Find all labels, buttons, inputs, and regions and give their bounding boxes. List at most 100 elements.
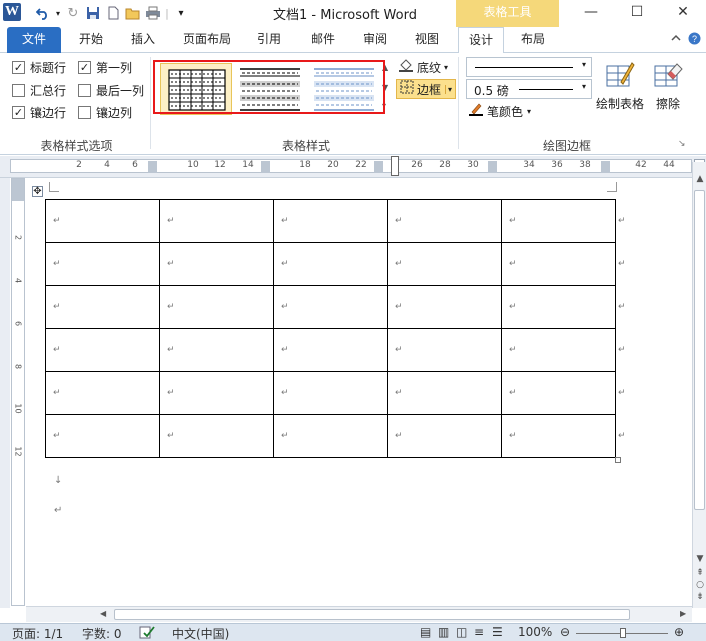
table-cell[interactable]: ↵ bbox=[45, 371, 160, 415]
table-cell[interactable]: ↵ bbox=[387, 285, 502, 329]
table-cell[interactable]: ↵ bbox=[45, 414, 160, 458]
table-cell[interactable]: ↵ bbox=[501, 414, 616, 458]
zoom-slider-thumb[interactable] bbox=[620, 628, 626, 638]
maximize-button[interactable]: ☐ bbox=[614, 0, 660, 26]
tab-view[interactable]: 视图 bbox=[408, 27, 446, 53]
ruler-column-marker[interactable] bbox=[488, 161, 497, 173]
table-cell[interactable]: ↵ bbox=[387, 328, 502, 372]
new-icon[interactable] bbox=[104, 4, 122, 22]
tab-references[interactable]: 引用 bbox=[250, 27, 288, 53]
table-cell[interactable]: ↵ bbox=[387, 371, 502, 415]
table-move-handle-icon[interactable]: ✥ bbox=[32, 186, 43, 197]
indent-marker[interactable] bbox=[391, 156, 399, 176]
language-indicator[interactable]: 中文(中国) bbox=[172, 625, 229, 641]
tab-design[interactable]: 设计 bbox=[458, 27, 504, 54]
tab-file[interactable]: 文件 bbox=[7, 27, 61, 53]
style-thumb-grid[interactable] bbox=[160, 63, 232, 115]
table-cell[interactable]: ↵ bbox=[387, 242, 502, 286]
tab-review[interactable]: 审阅 bbox=[356, 27, 394, 53]
draft-icon[interactable]: ☰ bbox=[492, 625, 503, 639]
table-cell[interactable]: ↵ bbox=[45, 285, 160, 329]
zoom-level[interactable]: 100% bbox=[518, 625, 552, 639]
table-cell[interactable]: ↵ bbox=[273, 242, 388, 286]
ruler-column-marker[interactable] bbox=[374, 161, 383, 173]
banded-rows-checkbox[interactable]: ✓ bbox=[12, 106, 25, 119]
tab-page-layout[interactable]: 页面布局 bbox=[178, 27, 236, 53]
gallery-more-icon[interactable]: ▾ bbox=[382, 101, 386, 110]
table-cell[interactable]: ↵ bbox=[273, 414, 388, 458]
document-table[interactable]: ↵ ↵ ↵ ↵ ↵ ↵ ↵ ↵ ↵ ↵ ↵ ↵ ↵ ↵ ↵ ↵ ↵ ↵ ↵ ↵ ↵ ↵ ↵ ↵ ↵ ↵ ↵ ↵ ↵ ↵ bbox=[45, 199, 616, 458]
shading-dropdown-icon[interactable]: ▾ bbox=[444, 63, 448, 72]
table-cell[interactable]: ↵ bbox=[273, 285, 388, 329]
scroll-up-icon[interactable]: ▲ bbox=[694, 174, 706, 184]
tab-layout[interactable]: 布局 bbox=[512, 27, 554, 53]
table-cell[interactable]: ↵ bbox=[273, 371, 388, 415]
last-column-option[interactable]: 最后一列 bbox=[78, 82, 144, 99]
pen-color-button[interactable]: 笔颜色 ▾ bbox=[468, 101, 531, 121]
scroll-left-icon[interactable]: ◀ bbox=[100, 609, 106, 618]
draw-table-button[interactable]: 绘制表格 bbox=[594, 59, 646, 112]
first-column-checkbox[interactable]: ✓ bbox=[78, 61, 91, 74]
undo-icon[interactable] bbox=[34, 4, 52, 22]
table-cell[interactable]: ↵ bbox=[501, 371, 616, 415]
banded-rows-option[interactable]: ✓ 镶边行 bbox=[12, 104, 66, 121]
next-page-icon[interactable]: ⇟ bbox=[694, 592, 706, 602]
total-row-option[interactable]: 汇总行 bbox=[12, 82, 66, 99]
zoom-out-icon[interactable]: ⊖ bbox=[560, 625, 570, 639]
page-count[interactable]: 页面: 1/1 bbox=[12, 625, 63, 641]
table-cell[interactable]: ↵ bbox=[159, 242, 274, 286]
tab-insert[interactable]: 插入 bbox=[124, 27, 162, 53]
borders-dropdown-icon[interactable]: ▾ bbox=[445, 84, 452, 94]
header-row-option[interactable]: ✓ 标题行 bbox=[12, 59, 66, 76]
web-layout-icon[interactable]: ◫ bbox=[456, 625, 467, 639]
scroll-right-icon[interactable]: ▶ bbox=[680, 609, 686, 618]
browse-object-icon[interactable]: ○ bbox=[694, 580, 706, 590]
table-cell[interactable]: ↵ bbox=[159, 199, 274, 243]
customize-qat-icon[interactable]: ▾ bbox=[172, 4, 190, 22]
table-cell[interactable]: ↵ bbox=[45, 242, 160, 286]
scroll-down-icon[interactable]: ▼ bbox=[694, 554, 706, 564]
horizontal-scroll-thumb[interactable] bbox=[114, 609, 630, 620]
table-cell[interactable]: ↵ bbox=[501, 199, 616, 243]
table-cell[interactable]: ↵ bbox=[45, 328, 160, 372]
ruler-column-marker[interactable] bbox=[148, 161, 157, 173]
table-cell[interactable]: ↵ bbox=[45, 199, 160, 243]
first-column-option[interactable]: ✓ 第一列 bbox=[78, 59, 132, 76]
word-logo-icon[interactable]: W bbox=[3, 3, 21, 21]
tab-mailings[interactable]: 邮件 bbox=[304, 27, 342, 53]
line-style-select[interactable]: ▾ bbox=[466, 57, 592, 77]
horizontal-ruler[interactable]: 2 4 6 10 12 14 18 20 22 26 28 30 34 36 3… bbox=[0, 156, 706, 178]
full-screen-reading-icon[interactable]: ▥ bbox=[438, 625, 449, 639]
eraser-button[interactable]: 擦除 bbox=[648, 59, 688, 112]
pen-color-dropdown-icon[interactable]: ▾ bbox=[527, 107, 531, 116]
gallery-scroll-down-icon[interactable]: ▼ bbox=[382, 83, 388, 92]
line-weight-select[interactable]: 0.5 磅 ▾ bbox=[466, 79, 592, 99]
vertical-ruler[interactable]: 2 4 6 8 10 12 bbox=[11, 178, 25, 606]
print-layout-icon[interactable]: ▤ bbox=[420, 625, 431, 639]
style-thumb-blue-shading[interactable] bbox=[308, 63, 380, 115]
line-style-dropdown-icon[interactable]: ▾ bbox=[582, 60, 586, 69]
table-cell[interactable]: ↵ bbox=[159, 285, 274, 329]
ruler-column-marker[interactable] bbox=[261, 161, 270, 173]
outline-icon[interactable]: ≡ bbox=[474, 625, 484, 639]
table-resize-handle[interactable] bbox=[615, 457, 621, 463]
print-icon[interactable] bbox=[144, 4, 162, 22]
minimize-button[interactable]: — bbox=[568, 0, 614, 26]
banded-columns-checkbox[interactable] bbox=[78, 106, 91, 119]
zoom-in-icon[interactable]: ⊕ bbox=[674, 625, 684, 639]
last-column-checkbox[interactable] bbox=[78, 84, 91, 97]
tab-home[interactable]: 开始 bbox=[72, 27, 110, 53]
header-row-checkbox[interactable]: ✓ bbox=[12, 61, 25, 74]
ruler-column-marker[interactable] bbox=[601, 161, 610, 173]
borders-button[interactable]: 边框 ▾ bbox=[396, 79, 457, 99]
previous-page-icon[interactable]: ⇞ bbox=[694, 568, 706, 578]
collapse-ribbon-icon[interactable] bbox=[671, 32, 681, 46]
total-row-checkbox[interactable] bbox=[12, 84, 25, 97]
table-cell[interactable]: ↵ bbox=[387, 199, 502, 243]
close-button[interactable]: ✕ bbox=[660, 0, 706, 26]
table-cell[interactable]: ↵ bbox=[159, 414, 274, 458]
table-cell[interactable]: ↵ bbox=[273, 328, 388, 372]
proofing-icon[interactable] bbox=[139, 625, 155, 641]
vertical-scrollbar[interactable]: ▲ ▼ ⇞ ○ ⇟ bbox=[692, 162, 706, 608]
vertical-scroll-thumb[interactable] bbox=[694, 190, 705, 510]
